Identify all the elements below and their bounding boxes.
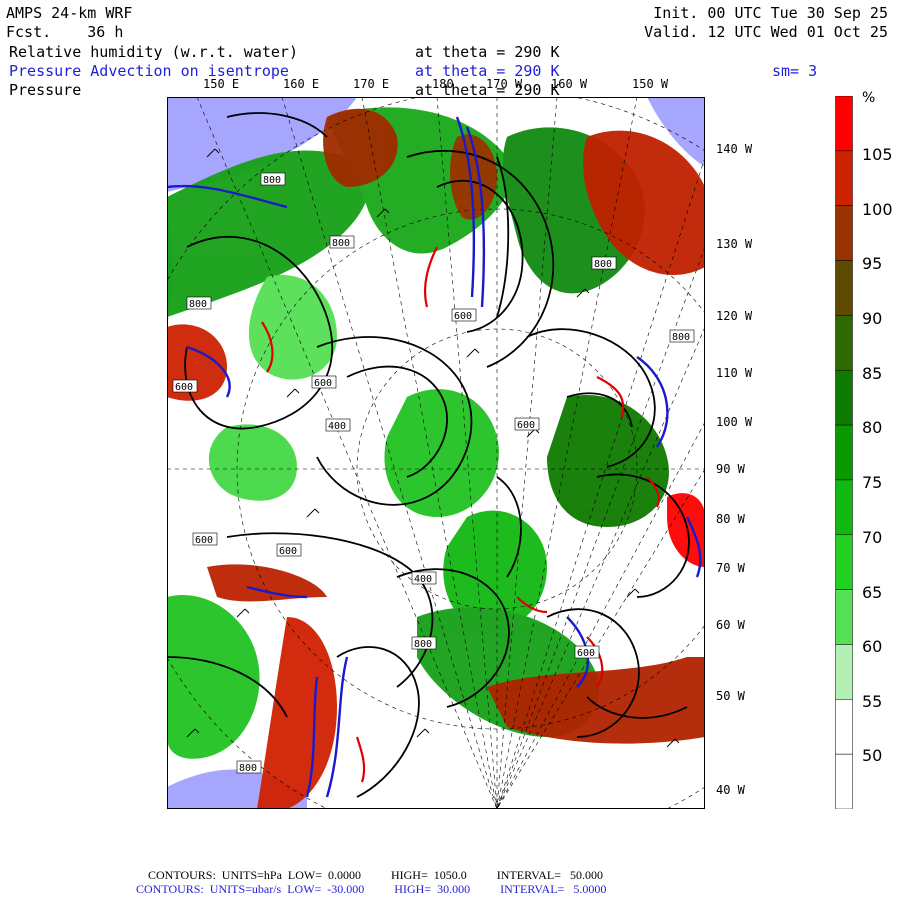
lon-label-150w: 150 W <box>632 77 669 91</box>
footer-contours-advection: CONTOURS: UNITS=ubar/s LOW= -30.000 HIGH… <box>136 882 607 896</box>
lon-label-right-110w: 110 W <box>716 366 753 380</box>
colorbar-label-60: 60 <box>862 637 883 656</box>
lon-label-right-140w: 140 W <box>716 142 753 156</box>
colorbar-label-70: 70 <box>862 528 883 547</box>
contour-label: 800 <box>186 296 212 310</box>
field1-level: at theta = 290 K <box>415 43 560 61</box>
field1-name: Relative humidity (w.r.t. water) <box>9 43 298 61</box>
forecast-hours: 36 h <box>87 23 124 41</box>
weather-map: 800 800 800 800 600 800 600 600 400 600 … <box>167 97 705 809</box>
contour-label-text: 600 <box>454 311 472 322</box>
colorbar-swatch <box>835 150 853 206</box>
contour-label-text: 800 <box>414 639 432 650</box>
contour-label-text: 600 <box>577 648 595 659</box>
colorbar-swatch <box>835 260 853 316</box>
forecast-label-text: Fcst. <box>6 23 52 41</box>
colorbar-swatch <box>835 369 853 426</box>
colorbar-swatch <box>835 424 853 481</box>
contour-label: 600 <box>451 308 477 322</box>
contour-label-text: 600 <box>175 382 193 393</box>
contour-label: 800 <box>329 235 355 249</box>
contour-label: 600 <box>192 532 218 546</box>
colorbar-label-65: 65 <box>862 583 883 602</box>
colorbar-label-75: 75 <box>862 473 883 492</box>
contour-label-text: 400 <box>414 574 432 585</box>
colorbar-swatch <box>835 96 853 152</box>
footer-contours-pressure: CONTOURS: UNITS=hPa LOW= 0.0000 HIGH= 10… <box>148 868 603 882</box>
colorbar-swatch <box>835 205 853 261</box>
smoothing-label: sm= 3 <box>772 62 818 80</box>
contour-label-text: 800 <box>239 763 257 774</box>
lon-label-right-60w: 60 W <box>716 618 745 632</box>
colorbar-label-90: 90 <box>862 309 883 328</box>
valid-time: Valid. 12 UTC Wed 01 Oct 25 <box>644 23 888 41</box>
lon-label-160e: 160 E <box>283 77 320 91</box>
lon-label-right-90w: 90 W <box>716 462 745 476</box>
colorbar-label-50: 50 <box>862 746 883 765</box>
colorbar-label-80: 80 <box>862 418 883 437</box>
lon-label-right-130w: 130 W <box>716 237 753 251</box>
contour-label-text: 800 <box>594 259 612 270</box>
contour-label-text: 800 <box>672 332 690 343</box>
contour-label: 600 <box>574 645 600 659</box>
lon-label-180: 180 <box>432 77 454 91</box>
model-title: AMPS 24-km WRF <box>6 4 133 22</box>
colorbar-label-100: 100 <box>862 200 893 219</box>
colorbar-unit: % <box>862 90 876 106</box>
contour-label-text: 800 <box>332 238 350 249</box>
colorbar-label-95: 95 <box>862 254 883 273</box>
contour-label-text: 600 <box>195 535 213 546</box>
colorbar-swatch <box>835 644 853 700</box>
colorbar-swatch <box>835 534 853 590</box>
colorbar-label-105: 105 <box>862 145 893 164</box>
colorbar-label-85: 85 <box>862 364 883 383</box>
contour-label-text: 600 <box>314 378 332 389</box>
colorbar-swatch <box>835 589 853 645</box>
contour-label-text: 400 <box>328 421 346 432</box>
contour-label: 400 <box>411 571 437 585</box>
colorbar-swatch <box>835 699 853 755</box>
lon-label-170w: 170 W <box>486 77 523 91</box>
field3-name: Pressure <box>9 81 82 99</box>
contour-label: 600 <box>276 543 302 557</box>
colorbar-swatch <box>835 753 853 809</box>
contour-label-text: 600 <box>279 546 297 557</box>
contour-label: 800 <box>236 760 262 774</box>
contour-label: 800 <box>669 329 695 343</box>
forecast-label: Fcst. 36 h <box>6 23 123 41</box>
field2-name: Pressure Advection on isentrope <box>9 62 289 80</box>
lon-label-right-70w: 70 W <box>716 561 745 575</box>
contour-label: 400 <box>325 418 351 432</box>
init-time: Init. 00 UTC Tue 30 Sep 25 <box>653 4 888 22</box>
contour-label-text: 600 <box>517 420 535 431</box>
lon-label-170e: 170 E <box>353 77 390 91</box>
contour-label-text: 800 <box>189 299 207 310</box>
contour-label: 600 <box>172 379 198 393</box>
lon-label-right-120w: 120 W <box>716 309 753 323</box>
lon-label-right-40w: 40 W <box>716 783 745 797</box>
contour-label-text: 800 <box>263 175 281 186</box>
colorbar <box>835 96 853 809</box>
lon-label-right-50w: 50 W <box>716 689 745 703</box>
colorbar-swatch <box>835 479 853 536</box>
contour-label: 600 <box>514 417 540 431</box>
lon-label-160w: 160 W <box>551 77 588 91</box>
lon-label-150e: 150 E <box>203 77 240 91</box>
colorbar-swatch <box>835 315 853 371</box>
colorbar-label-55: 55 <box>862 692 883 711</box>
contour-label: 800 <box>411 636 437 650</box>
lon-label-right-80w: 80 W <box>716 512 745 526</box>
lon-label-right-100w: 100 W <box>716 415 753 429</box>
contour-label: 800 <box>260 172 286 186</box>
contour-label: 800 <box>591 256 617 270</box>
contour-label: 600 <box>311 375 337 389</box>
